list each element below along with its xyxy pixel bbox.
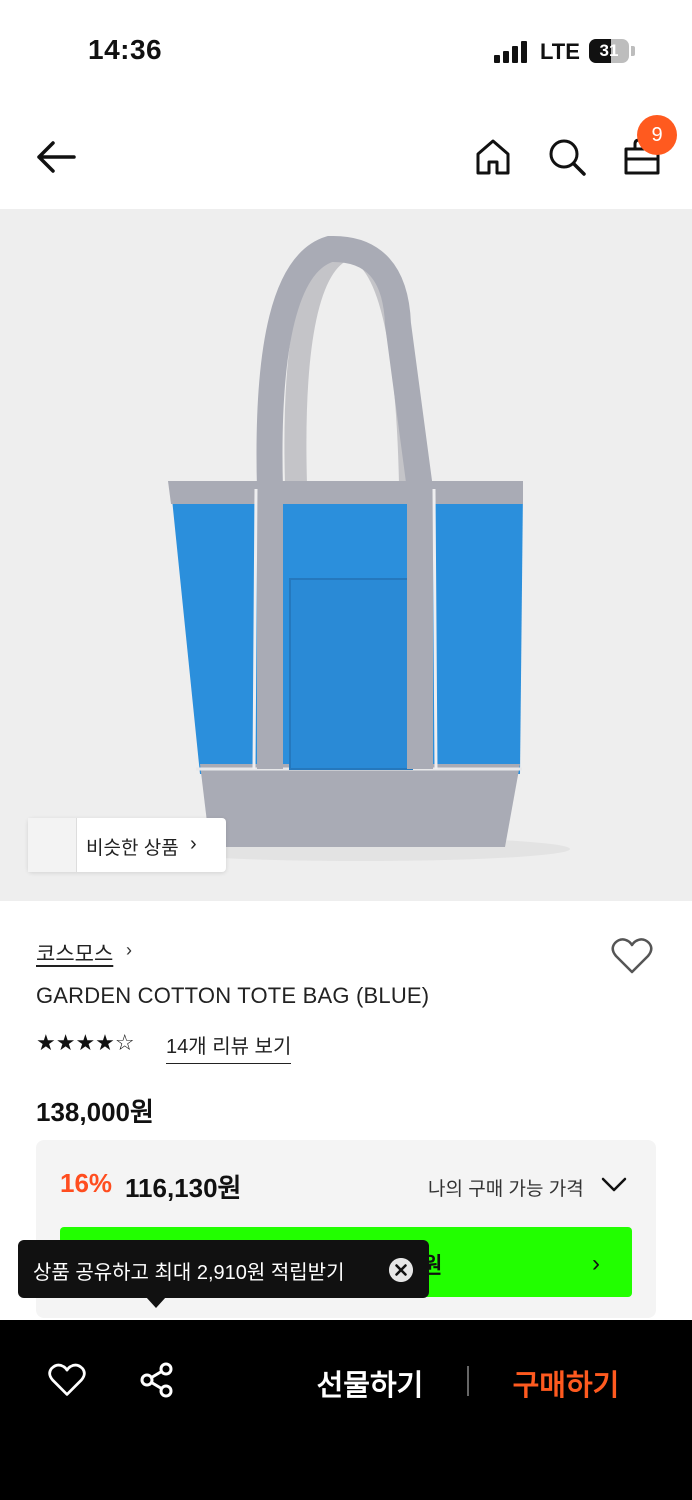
heart-icon[interactable]: [610, 936, 654, 976]
tooltip-pointer: [146, 1297, 166, 1308]
sale-price: 116,130원: [125, 1173, 242, 1203]
home-icon[interactable]: [474, 138, 512, 176]
search-icon[interactable]: [547, 137, 587, 177]
similar-thumb: [40, 818, 77, 872]
heart-icon[interactable]: [47, 1362, 87, 1398]
divider: [467, 1366, 469, 1396]
share-icon[interactable]: [138, 1361, 176, 1399]
product-image[interactable]: [0, 209, 692, 901]
gift-button[interactable]: 선물하기: [300, 1362, 440, 1402]
back-arrow-icon[interactable]: [34, 138, 78, 176]
chevron-right-icon: ›: [126, 940, 132, 960]
network-label: LTE: [540, 39, 580, 64]
signal-icon: [494, 41, 528, 63]
close-icon[interactable]: [389, 1258, 413, 1282]
status-time: 14:36: [88, 34, 163, 65]
cart-count-badge: 9: [637, 115, 677, 155]
battery-tip: [631, 46, 635, 56]
buy-button[interactable]: 구매하기: [500, 1362, 632, 1402]
tote-bag-illustration: [150, 235, 570, 861]
review-link[interactable]: 14개 리뷰 보기: [166, 1030, 292, 1064]
chevron-right-icon: ›: [592, 1250, 600, 1277]
bottom-action-bar: [0, 1320, 692, 1500]
brand-link[interactable]: 코스모스: [36, 938, 113, 968]
product-title: GARDEN COTTON TOTE BAG (BLUE): [36, 983, 430, 1008]
my-price-label[interactable]: 나의 구매 가능 가격: [428, 1174, 584, 1201]
similar-products-label: 비슷한 상품: [86, 838, 179, 859]
tooltip-text: 상품 공유하고 최대 2,910원 적립받기: [33, 1262, 345, 1284]
star-rating-full: ★★★★: [36, 1030, 115, 1055]
star-rating-half: ☆: [114, 1030, 135, 1055]
rating-stars: ★★★★☆: [36, 1030, 135, 1056]
discount-rate: 16%: [60, 1168, 113, 1198]
chevron-right-icon: ›: [190, 833, 197, 855]
similar-products-button[interactable]: 비슷한 상품 ›: [28, 818, 226, 872]
share-reward-tooltip: 상품 공유하고 최대 2,910원 적립받기: [18, 1240, 429, 1298]
original-price: 138,000원: [36, 1097, 154, 1127]
battery-icon: 31: [589, 39, 629, 63]
battery-level: 31: [599, 41, 619, 60]
chevron-down-icon[interactable]: [600, 1176, 628, 1194]
